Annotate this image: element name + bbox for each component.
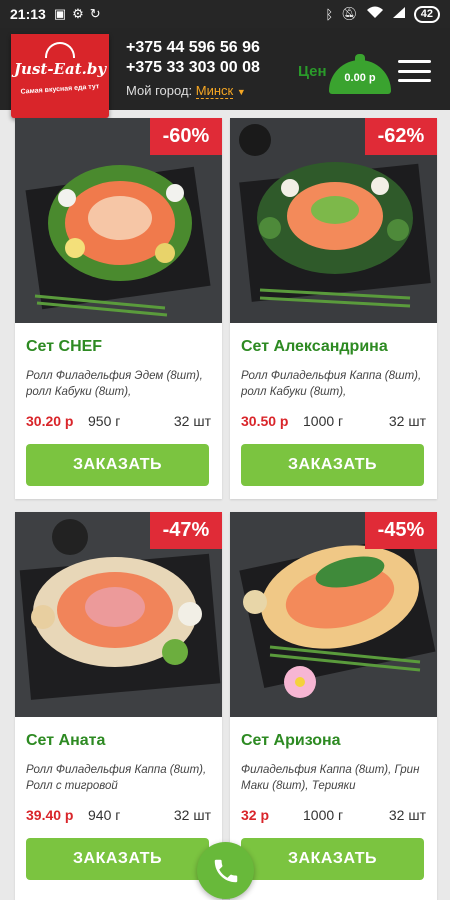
product-pieces: 32 шт [173, 413, 211, 429]
city-selector[interactable]: Мой город: Минск ▼ [126, 83, 246, 99]
discount-badge: -60% [150, 118, 222, 155]
product-card[interactable]: -45% Сет Аризона Филадельфия Каппа (8шт)… [230, 512, 437, 900]
mute-icon: 🔕︎ [341, 6, 358, 21]
product-title[interactable]: Сет Александрина [241, 338, 388, 356]
sim-icon: ▣ [53, 6, 67, 21]
product-image[interactable]: -62% [230, 118, 437, 323]
gear-icon: ⚙ [72, 6, 84, 21]
product-weight: 1000 г [303, 807, 344, 823]
product-weight: 950 г [88, 413, 121, 429]
discount-badge: -45% [365, 512, 437, 549]
product-title[interactable]: Сет CHEF [26, 338, 102, 356]
order-button[interactable]: ЗАКАЗАТЬ [241, 838, 424, 880]
menu-icon[interactable] [398, 60, 431, 82]
product-price: 30.50 р [241, 413, 289, 429]
product-card[interactable]: -60% Сет CHEF Ролл Филадельфия Эдем (8шт… [15, 118, 222, 499]
phone-icon [214, 859, 237, 882]
product-weight: 1000 г [303, 413, 344, 429]
product-description: Ролл Филадельфия Каппа (8шт), ролл Кабук… [241, 370, 422, 398]
product-pieces: 32 шт [173, 807, 211, 823]
signal-icon [392, 6, 406, 22]
sync-icon: ↻ [89, 6, 101, 21]
product-description: Ролл Филадельфия Эдем (8шт), ролл Кабуки… [26, 370, 203, 398]
product-image[interactable]: -47% [15, 512, 222, 717]
battery-indicator: 42 [413, 5, 440, 23]
order-button[interactable]: ЗАКАЗАТЬ [241, 444, 424, 486]
order-button[interactable]: ЗАКАЗАТЬ [26, 838, 209, 880]
logo-slogan: Самая вкусная еда тут [20, 83, 100, 96]
product-price: 32 р [241, 807, 270, 823]
wifi-icon [366, 6, 384, 22]
product-title[interactable]: Сет Аризона [241, 732, 341, 750]
product-pieces: 32 шт [388, 413, 426, 429]
product-card[interactable]: -47% Сет Аната Ролл Филадельфия Каппа (8… [15, 512, 222, 900]
logo[interactable]: Just-Eat.by Самая вкусная еда тут [11, 34, 109, 118]
status-time: 21:13 [10, 6, 46, 22]
product-image[interactable]: -60% [15, 118, 222, 323]
cloche-icon [45, 42, 75, 58]
cart-total: 0.00 р [344, 72, 376, 84]
product-card[interactable]: -62% Сет Александрина Ролл Филадельфия К… [230, 118, 437, 499]
discount-badge: -62% [365, 118, 437, 155]
product-price: 30.20 р [26, 413, 74, 429]
order-button[interactable]: ЗАКАЗАТЬ [26, 444, 209, 486]
logo-text: Just-Eat.by [13, 60, 107, 78]
product-price: 39.40 р [26, 807, 74, 823]
site-header: Just-Eat.by Самая вкусная еда тут Цен +3… [0, 28, 450, 118]
phone-link-2[interactable]: +375 33 303 00 08 [126, 58, 260, 78]
city-value[interactable]: Минск [195, 83, 234, 99]
bluetooth-icon: ᛒ [325, 6, 334, 22]
cart-button[interactable]: 0.00 р [327, 50, 393, 94]
city-label: Мой город: [126, 83, 193, 98]
product-weight: 940 г [88, 807, 121, 823]
product-pieces: 32 шт [388, 807, 426, 823]
product-description: Филадельфия Каппа (8шт), Грин Маки (8шт)… [241, 764, 420, 792]
call-button[interactable] [197, 842, 254, 899]
caret-down-icon: ▼ [236, 87, 246, 97]
product-image[interactable]: -45% [230, 512, 437, 717]
phone-link-1[interactable]: +375 44 596 56 96 [126, 38, 260, 58]
phone-numbers: +375 44 596 56 96 +375 33 303 00 08 [126, 38, 260, 78]
status-bar: 21:13 ▣ ⚙ ↻ ᛒ 🔕︎ 42 [0, 0, 450, 28]
product-title[interactable]: Сет Аната [26, 732, 105, 750]
discount-badge: -47% [150, 512, 222, 549]
product-description: Ролл Филадельфия Каппа (8шт), Ролл с тиг… [26, 764, 207, 792]
partial-price-link: Цен [298, 63, 327, 80]
